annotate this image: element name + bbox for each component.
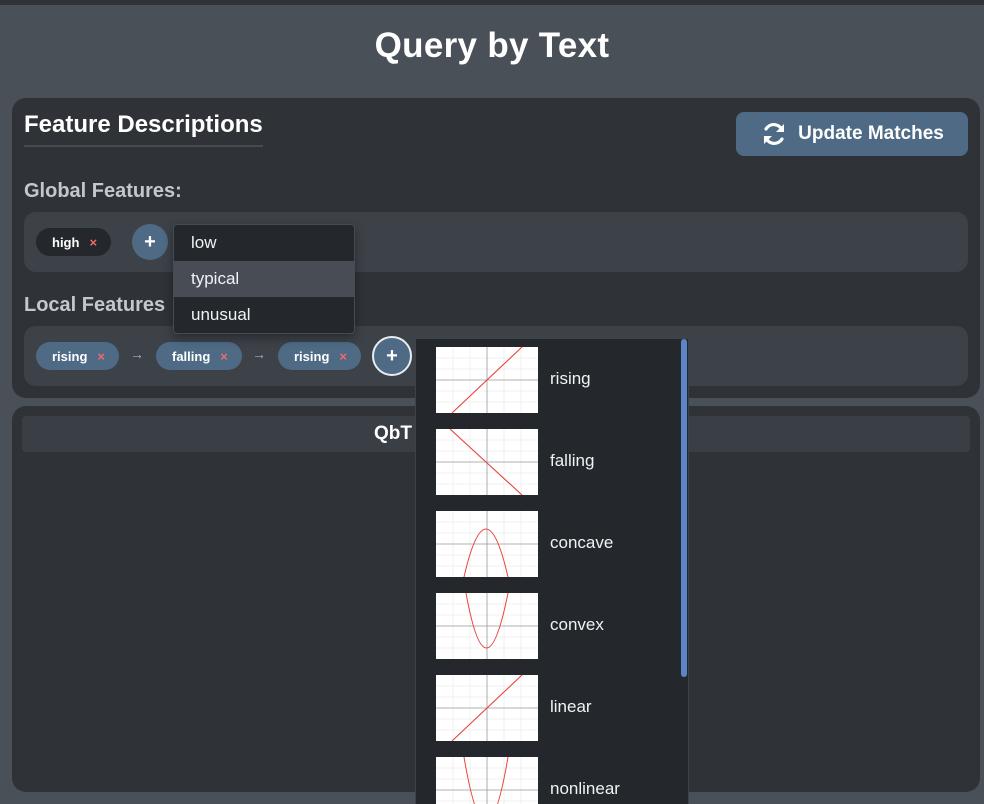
- page-title: Query by Text: [374, 26, 610, 65]
- feature-option-label: convex: [550, 615, 604, 634]
- qbt-results-title: QbT: [374, 423, 412, 444]
- dropdown-option-low[interactable]: low: [174, 225, 354, 261]
- dropdown-option-typical[interactable]: typical: [174, 261, 354, 297]
- update-matches-button[interactable]: Update Matches: [736, 112, 968, 156]
- local-features-label: Local Features: [24, 294, 166, 316]
- nonlinear-plot-icon: [436, 757, 538, 804]
- chip-label: rising: [294, 348, 330, 364]
- remove-chip-icon[interactable]: ×: [89, 235, 97, 250]
- remove-chip-icon[interactable]: ×: [97, 349, 105, 364]
- line-down-plot-icon: [436, 429, 538, 495]
- local-feature-popup: rising falling concave convex linear non…: [415, 338, 689, 804]
- linear-plot-icon: [436, 675, 538, 741]
- concave-plot-icon: [436, 511, 538, 577]
- feature-option-concave[interactable]: concave: [436, 511, 676, 577]
- feature-option-label: falling: [550, 451, 595, 470]
- refresh-icon: [764, 123, 785, 145]
- feature-option-label: rising: [550, 369, 591, 388]
- feature-option-convex[interactable]: convex: [436, 593, 676, 659]
- global-features-label: Global Features:: [24, 180, 182, 202]
- popup-scrollbar[interactable]: [681, 339, 687, 677]
- feature-option-rising[interactable]: rising: [436, 347, 676, 413]
- panel-title: Feature Descriptions: [24, 111, 263, 147]
- update-matches-label: Update Matches: [798, 123, 944, 144]
- convex-plot-icon: [436, 593, 538, 659]
- feature-option-linear[interactable]: linear: [436, 675, 676, 741]
- global-feature-dropdown: low typical unusual: [173, 224, 355, 334]
- window-top-bar: [0, 0, 984, 5]
- feature-option-label: concave: [550, 533, 614, 552]
- global-features-row: high × +: [24, 212, 968, 272]
- global-chip-high[interactable]: high ×: [36, 228, 112, 256]
- dropdown-option-unusual[interactable]: unusual: [174, 297, 354, 333]
- add-local-feature-button[interactable]: +: [372, 336, 412, 376]
- line-up-plot-icon: [436, 347, 538, 413]
- feature-option-label: nonlinear: [550, 779, 620, 798]
- add-global-feature-button[interactable]: +: [132, 224, 168, 260]
- remove-chip-icon[interactable]: ×: [339, 349, 347, 364]
- chip-label: falling: [172, 348, 211, 364]
- local-chip-falling[interactable]: falling ×: [156, 342, 242, 370]
- feature-option-label: linear: [550, 697, 592, 716]
- sequence-arrow-icon: →: [252, 346, 266, 362]
- local-chip-rising-2[interactable]: rising ×: [278, 342, 361, 370]
- feature-option-falling[interactable]: falling: [436, 429, 676, 495]
- remove-chip-icon[interactable]: ×: [220, 349, 228, 364]
- local-chip-rising[interactable]: rising ×: [36, 342, 119, 370]
- feature-option-nonlinear[interactable]: nonlinear: [436, 757, 676, 804]
- chip-label: rising: [52, 348, 88, 364]
- sequence-arrow-icon: →: [130, 346, 144, 362]
- chip-label: high: [52, 234, 80, 250]
